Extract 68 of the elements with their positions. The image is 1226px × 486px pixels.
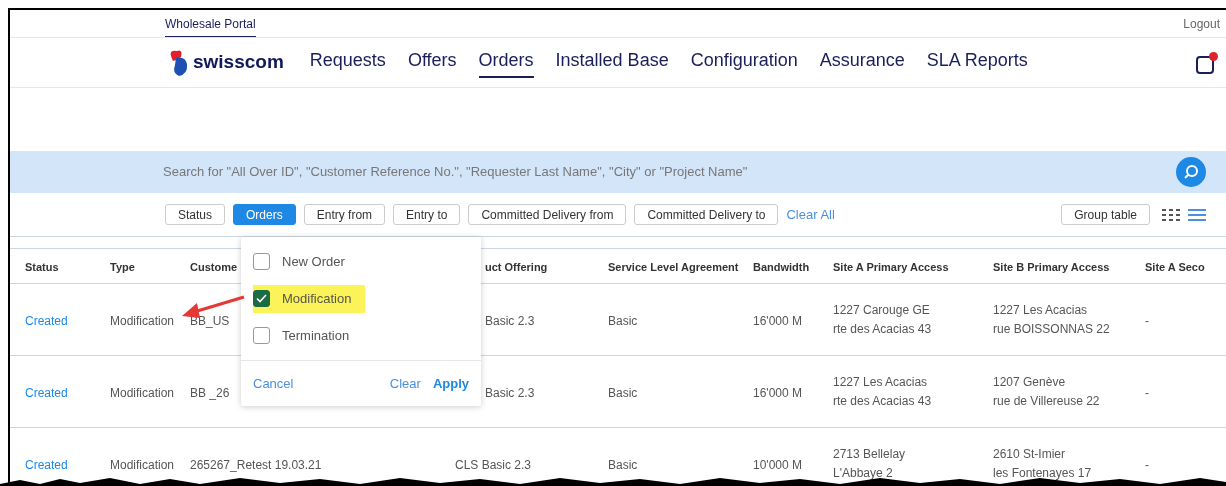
status-link[interactable]: Created [25, 457, 68, 472]
column-header[interactable]: uct Offering [485, 261, 548, 273]
table-cell-text: 1207 Genève rue de Villereuse 22 [993, 373, 1101, 410]
table-cell-text: 2610 St-Imier les Fontenayes 17 [993, 445, 1093, 482]
table-cell: Modification [110, 385, 175, 400]
column-header[interactable]: Bandwidth [753, 261, 810, 273]
filter-option[interactable]: Modification [253, 284, 366, 313]
search-button[interactable] [1176, 157, 1206, 187]
swisscom-logo[interactable]: swisscom [167, 47, 284, 78]
column-header[interactable]: Custome [190, 261, 238, 273]
table-cell: 265267_Retest 19.03.21 [190, 457, 322, 472]
table-cell: 16'000 M [753, 385, 802, 400]
apply-button[interactable]: Apply [432, 373, 469, 394]
table-cell: BB _26 [190, 385, 230, 400]
nav-tab[interactable]: Orders [478, 47, 534, 78]
status-link[interactable]: Created [25, 385, 68, 400]
table-cell: Basic [608, 457, 638, 472]
table-cell: - [1145, 385, 1149, 400]
table-cell: Modification [110, 457, 175, 472]
nav-tab[interactable]: Offers [407, 47, 457, 78]
status-link[interactable]: Created [25, 313, 68, 328]
table-cell: Modification [110, 313, 175, 328]
filter-chip[interactable]: Committed Delivery from [468, 204, 627, 225]
logo-text: swisscom [193, 50, 284, 75]
portal-link[interactable]: Wholesale Portal [165, 15, 256, 37]
column-header[interactable]: Service Level Agreement [608, 261, 739, 273]
nav-tab[interactable]: SLA Reports [926, 47, 1028, 78]
nav-tab[interactable]: Installed Base [555, 47, 669, 78]
table-cell: BB_US [190, 313, 230, 328]
filter-chip[interactable]: Entry to [393, 204, 461, 225]
table-cell-text: 1227 Les Acacias rte des Acacias 43 [833, 373, 933, 410]
nav-tab[interactable]: Requests [309, 47, 386, 78]
table-cell: Basic 2.3 [485, 313, 535, 328]
nav-tab[interactable]: Assurance [819, 47, 905, 78]
checkbox[interactable] [253, 290, 270, 307]
column-header[interactable]: Type [110, 261, 135, 273]
checkbox[interactable] [253, 253, 270, 270]
grid-view-icon[interactable] [1162, 207, 1180, 222]
table-cell-text: 2713 Bellelay L'Abbaye 2 [833, 445, 907, 482]
column-header[interactable]: Site B Primary Access [993, 261, 1110, 273]
search-icon [1183, 164, 1199, 180]
table-cell: - [1145, 313, 1149, 328]
table-cell: Basic [608, 313, 638, 328]
column-header[interactable]: Site A Seco [1145, 261, 1205, 273]
table-cell-text: 1227 Les Acacias rue BOISSONNAS 22 [993, 301, 1111, 338]
nav-tab[interactable]: Configuration [690, 47, 798, 78]
checkmark-icon [256, 294, 267, 303]
checkbox[interactable] [253, 327, 270, 344]
filter-chip[interactable]: Status [165, 204, 226, 225]
list-view-icon[interactable] [1188, 207, 1206, 222]
table-cell-text: 1227 Carouge GE rte des Acacias 43 [833, 301, 933, 338]
logout-link[interactable]: Logout [1183, 15, 1220, 37]
table-cell: Basic 2.3 [485, 385, 535, 400]
search-field[interactable]: Search for "All Over ID", "Customer Reference No.", "Requester Last Name", "City" or "Project Name" [163, 162, 1176, 182]
table-cell: CLS Basic 2.3 [455, 457, 532, 472]
search-bar[interactable]: Search for "All Over ID", "Customer Reference No.", "Requester Last Name", "City" or "Project Name" [10, 151, 1226, 193]
filter-chip[interactable]: Committed Delivery to [634, 204, 779, 225]
filter-option[interactable]: New Order [253, 247, 359, 276]
table-cell: 16'000 M [753, 313, 802, 328]
filter-chip[interactable]: Entry from [303, 204, 386, 225]
table-cell: 10'000 M [753, 457, 802, 472]
table-cell: - [1145, 457, 1149, 472]
group-table-button[interactable]: Group table [1061, 204, 1150, 225]
filter-option[interactable]: Termination [253, 321, 364, 350]
table-cell: Basic [608, 385, 638, 400]
filter-chip[interactable]: Orders [233, 204, 296, 225]
column-header[interactable]: Site A Primary Access [833, 261, 949, 273]
column-header[interactable]: Status [25, 261, 59, 273]
